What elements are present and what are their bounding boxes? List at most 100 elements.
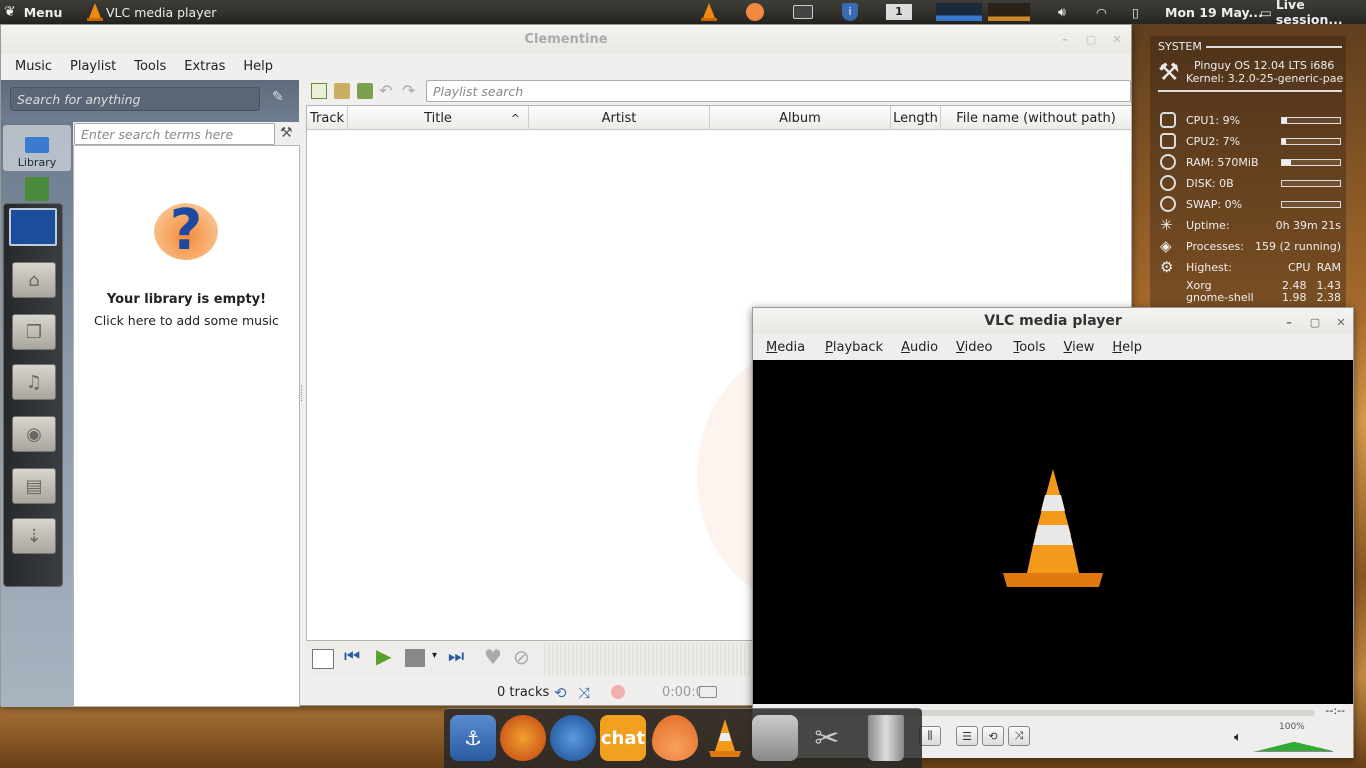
load-playlist-icon[interactable] [334, 83, 350, 99]
column-length[interactable]: Length [891, 106, 941, 130]
file-upload-icon[interactable] [25, 177, 49, 201]
shuffle-icon[interactable]: ⤨ [578, 684, 590, 702]
volume-button[interactable]: 🔊︎ [1058, 0, 1066, 24]
visualizer-area [544, 643, 754, 675]
proc-row: gnome-shell 1.98 2.38 [1186, 292, 1341, 304]
vlc-maximize-button[interactable]: ▢ [1307, 314, 1323, 330]
vlc-shuffle-button[interactable]: ⤨ [1008, 726, 1030, 746]
clear-playlist-icon[interactable] [312, 649, 334, 669]
sidebar-item-library[interactable]: Library [3, 125, 71, 171]
wifi-icon: ◠ [1096, 4, 1107, 20]
stop-button[interactable] [405, 649, 425, 667]
menu-tools[interactable]: Tools [125, 59, 175, 74]
column-track[interactable]: Track [307, 106, 348, 130]
menu-button[interactable]: ❦ Menu [4, 0, 62, 24]
vlc-video-area[interactable] [753, 360, 1353, 704]
backup-icon[interactable] [752, 715, 798, 761]
tray-vlc[interactable] [700, 0, 718, 24]
menu-extras[interactable]: Extras [175, 59, 234, 74]
seek-slider[interactable] [699, 686, 717, 698]
clementine-dock-icon[interactable] [652, 715, 698, 761]
anchor-icon[interactable]: ⚓ [450, 715, 496, 761]
xchat-icon[interactable]: chat [600, 715, 646, 761]
repeat-icon[interactable]: ⟲ [554, 684, 567, 702]
column-artist[interactable]: Artist [529, 106, 710, 130]
vlc-loop-button[interactable]: ⟲ [982, 726, 1004, 746]
vlc-menu-video[interactable]: Video [947, 340, 1001, 355]
vlc-menu-playback[interactable]: Playback [814, 340, 892, 355]
system-monitor-widget: SYSTEM ⚒ Pinguy OS 12.04 LTS i686 Kernel… [1150, 36, 1346, 308]
library-config-icon[interactable]: ⚒ [280, 125, 293, 141]
global-search-input[interactable]: Search for anything [10, 87, 260, 111]
home-folder-icon[interactable]: ⌂ [12, 262, 56, 298]
wifi-button[interactable]: ◠ [1096, 0, 1107, 24]
vlc-volume-percent: 100% [1279, 722, 1305, 732]
menu-playlist[interactable]: Playlist [61, 59, 125, 74]
library-search-input[interactable]: Enter search terms here [74, 123, 275, 145]
vlc-volume-slider[interactable] [1253, 732, 1333, 752]
lastfm-icon[interactable] [611, 685, 625, 699]
battery-button[interactable]: ▯ [1132, 0, 1139, 24]
music-folder-icon[interactable]: ♫ [12, 364, 56, 400]
undo-icon[interactable]: ↶ [379, 81, 392, 100]
camera-icon [793, 5, 813, 19]
previous-track-button[interactable]: ⏮ [344, 646, 360, 667]
clementine-titlebar[interactable]: Clementine – ▢ ✕ [1, 25, 1131, 53]
vlc-menu-view[interactable]: View [1055, 340, 1104, 355]
new-playlist-icon[interactable] [311, 83, 327, 99]
column-album[interactable]: Album [710, 106, 891, 130]
tray-clementine[interactable] [746, 0, 764, 24]
menu-help[interactable]: Help [234, 59, 282, 74]
vlc-menu-audio[interactable]: Audio [892, 340, 947, 355]
vlc-speaker-icon[interactable]: 🔈︎ [1234, 730, 1242, 745]
save-playlist-icon[interactable] [357, 83, 373, 99]
computer-icon[interactable] [9, 208, 57, 246]
vlc-minimize-button[interactable]: – [1281, 314, 1297, 330]
stop-options-chevron-icon[interactable]: ▾ [432, 650, 437, 661]
search-options-icon[interactable]: ✎ [272, 89, 284, 105]
vlc-extended-settings-button[interactable]: ⫼ [919, 726, 941, 746]
column-title[interactable]: Title ^ [348, 106, 529, 130]
clock[interactable]: Mon 19 May... [1165, 0, 1263, 24]
love-heart-icon[interactable]: ♥ [484, 645, 502, 669]
downloads-folder-icon[interactable]: ⇣ [12, 518, 56, 554]
videos-folder-icon[interactable]: ▤ [12, 468, 56, 504]
vlc-titlebar[interactable]: VLC media player – ▢ ✕ [753, 308, 1353, 334]
vlc-menu-media[interactable]: Media [757, 340, 814, 355]
ban-icon[interactable]: ⊘ [513, 645, 530, 669]
playlist-search-input[interactable]: Playlist search [426, 80, 1131, 102]
proc-name: gnome-shell [1186, 291, 1254, 304]
empty-library-subtitle[interactable]: Click here to add some music [74, 313, 299, 328]
thunderbird-icon[interactable] [550, 715, 596, 761]
maximize-button[interactable]: ▢ [1083, 31, 1099, 47]
vlc-playlist-button[interactable]: ☰ [956, 726, 978, 746]
close-button[interactable]: ✕ [1109, 31, 1125, 47]
firefox-icon[interactable] [500, 715, 546, 761]
session-menu[interactable]: ▭ Live session... [1260, 0, 1366, 27]
documents-folder-icon[interactable]: ❐ [12, 314, 56, 350]
tray-shield[interactable]: i [842, 0, 858, 24]
workspace-switcher[interactable]: 1 [886, 0, 912, 24]
vlc-close-button[interactable]: ✕ [1333, 314, 1349, 330]
vlc-title: VLC media player [984, 313, 1122, 329]
tray-screenshot[interactable] [793, 0, 813, 24]
library-panel[interactable]: ? Your library is empty! Click here to a… [73, 145, 300, 707]
vlc-dock-icon[interactable] [702, 715, 748, 761]
minimize-button[interactable]: – [1057, 31, 1073, 47]
trash-icon[interactable] [868, 715, 904, 761]
vlc-menu-tools[interactable]: Tools [1001, 340, 1054, 355]
menu-music[interactable]: Music [6, 59, 61, 74]
uptime-value: 0h 39m 21s [1275, 218, 1341, 232]
redo-icon[interactable]: ↷ [402, 81, 415, 100]
clementine-menubar: Music Playlist Tools Extras Help [1, 53, 1131, 79]
splitter-handle[interactable] [301, 385, 303, 401]
column-title-label: Title [424, 110, 452, 126]
column-artist-label: Artist [601, 110, 637, 126]
next-track-button[interactable]: ⏭ [448, 646, 464, 667]
vlc-menu-help[interactable]: Help [1103, 340, 1151, 355]
pictures-folder-icon[interactable]: ◉ [12, 416, 56, 452]
column-filename[interactable]: File name (without path) [941, 106, 1131, 130]
active-app[interactable]: VLC media player [86, 0, 216, 24]
play-button[interactable]: ▶ [376, 644, 391, 668]
settings-tools-icon[interactable]: ✂ [804, 715, 850, 761]
